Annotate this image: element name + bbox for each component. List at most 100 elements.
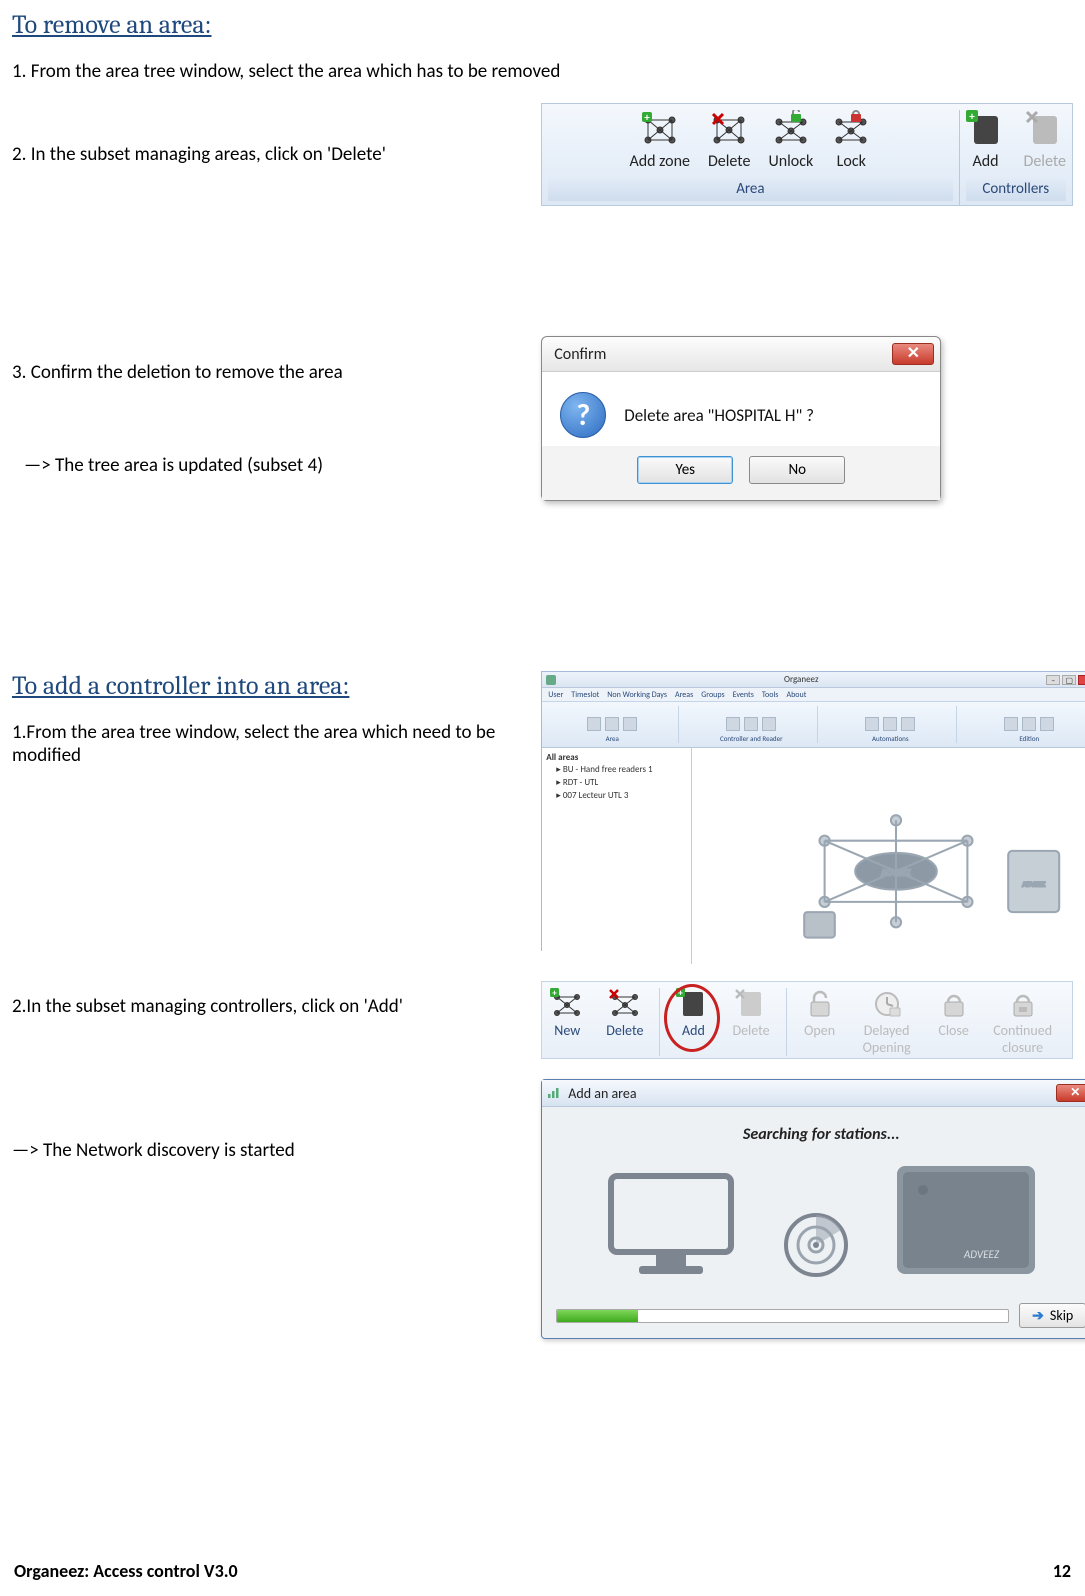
app-window: Organeez – ▢ ✕ User Timeslot Non Working D…: [541, 671, 1085, 951]
confirm-message: Delete area "HOSPITAL H" ?: [624, 405, 814, 426]
delete-controller-label: Delete: [1024, 152, 1067, 171]
yes-button[interactable]: Yes: [637, 456, 733, 484]
monitor-icon: [601, 1170, 741, 1285]
close-app-icon[interactable]: ✕: [1078, 675, 1085, 685]
delete-area-label: Delete: [708, 152, 751, 171]
ribbon-area-controllers: + Add zone Delete: [541, 103, 1073, 206]
delete-controller2-button[interactable]: Delete: [732, 988, 769, 1056]
svg-text:+: +: [553, 988, 558, 999]
close-icon: ✕: [907, 344, 920, 363]
open-label: Open: [804, 1022, 835, 1039]
app-tab[interactable]: Timeslot: [571, 690, 599, 700]
new-label: New: [554, 1022, 580, 1039]
delete2-label: Delete: [606, 1022, 643, 1039]
step-2-add: 2.In the subset managing controllers, cl…: [12, 995, 521, 1018]
radar-icon: [781, 1210, 851, 1285]
min-icon[interactable]: –: [1046, 675, 1060, 685]
close-label: Close: [938, 1022, 969, 1039]
add-area-title: Add an area: [568, 1085, 636, 1102]
app-tab[interactable]: Groups: [701, 690, 724, 700]
close-button[interactable]: ✕: [892, 343, 934, 365]
app-tab[interactable]: Tools: [762, 690, 779, 700]
app-tab[interactable]: Events: [733, 690, 754, 700]
new-area-button[interactable]: + New: [550, 988, 584, 1056]
delete-area2-button[interactable]: Delete: [606, 988, 643, 1056]
ribbon-group-area-label: Area: [548, 177, 952, 201]
continued-lock-icon: [1006, 988, 1040, 1020]
skip-button[interactable]: ➔ Skip: [1019, 1303, 1085, 1328]
app-tab[interactable]: Areas: [675, 690, 693, 700]
progress-fill: [557, 1310, 638, 1322]
lock-label: Lock: [837, 152, 866, 171]
add-controller-button[interactable]: + Add: [966, 110, 1006, 171]
confirm-dialog: Confirm ✕ ? Delete area "HOSPITAL H" ? Y…: [541, 336, 941, 501]
app-tab[interactable]: User: [548, 690, 563, 700]
tree-item[interactable]: ▸ BU - Hand free readers 1: [556, 763, 687, 776]
progress-bar: [556, 1309, 1009, 1323]
heading-add-controller: To add a controller into an area:: [12, 671, 521, 701]
svg-text:+: +: [969, 110, 975, 123]
app-ribbon-group-label: Controller and Reader: [720, 734, 783, 743]
add-zone-icon: +: [640, 110, 680, 148]
searching-label: Searching for stations...: [556, 1125, 1085, 1144]
add-zone-label: Add zone: [629, 152, 689, 171]
continued-closure-button[interactable]: Continued closure: [993, 988, 1053, 1056]
add-controller-icon: +: [966, 110, 1006, 148]
open-button[interactable]: Open: [803, 988, 837, 1056]
max-icon[interactable]: ▢: [1062, 675, 1076, 685]
close-icon: ✕: [1070, 1086, 1080, 1100]
unlock-icon: [771, 110, 811, 148]
toolbar-controllers: + New Delete + Add: [541, 981, 1073, 1059]
app-ribbon-group-label: Edition: [1019, 734, 1039, 743]
heading-remove-area: To remove an area:: [12, 10, 1073, 40]
tree-item[interactable]: ▸ 007 Lecteur UTL 3: [556, 789, 687, 802]
no-button[interactable]: No: [749, 456, 845, 484]
signal-icon: [548, 1085, 562, 1102]
new-area-icon: +: [550, 988, 584, 1020]
step-1-add: 1.From the area tree window, select the …: [12, 721, 521, 767]
canvas: ADVEEZ ADVEEZ: [692, 748, 1085, 964]
clock-lock-icon: [870, 988, 904, 1020]
skip-label: Skip: [1050, 1307, 1073, 1324]
app-title: Organeez: [784, 674, 819, 685]
question-icon: ?: [560, 392, 606, 438]
close-lock-button[interactable]: Close: [937, 988, 971, 1056]
delete-area2-icon: [608, 988, 642, 1020]
result-add: —> The Network discovery is started: [12, 1139, 521, 1162]
add-area-dialog: Add an area ✕ Searching for stations...: [541, 1079, 1085, 1339]
open-lock-icon: [803, 988, 837, 1020]
delete-controller-icon: [1025, 110, 1065, 148]
skip-arrow-icon: ➔: [1032, 1307, 1044, 1324]
app-tab[interactable]: Non Working Days: [607, 690, 667, 700]
delete-controller2-icon: [734, 988, 768, 1020]
unlock-area-button[interactable]: Unlock: [768, 110, 813, 171]
highlight-circle: [664, 984, 720, 1052]
app-ribbon-group-label: Automations: [872, 734, 909, 743]
delayed-opening-button[interactable]: Delayed Opening: [859, 988, 915, 1056]
svg-text:+: +: [644, 111, 650, 124]
delete-area-button[interactable]: Delete: [708, 110, 751, 171]
add-zone-button[interactable]: + Add zone: [629, 110, 689, 171]
app-tab[interactable]: About: [786, 690, 806, 700]
area-tree[interactable]: All areas ▸ BU - Hand free readers 1▸ RD…: [542, 748, 692, 964]
close-add-area-button[interactable]: ✕: [1056, 1084, 1085, 1102]
yes-label: Yes: [675, 461, 695, 479]
footer-left: Organeez: Access control V3.0: [14, 1560, 238, 1582]
step-1-remove: 1. From the area tree window, select the…: [12, 60, 572, 83]
tree-item[interactable]: ▸ RDT - UTL: [556, 776, 687, 789]
delete-ctrl2-label: Delete: [732, 1022, 769, 1039]
ribbon-group-controllers-label: Controllers: [966, 177, 1067, 201]
add-controller-label: Add: [972, 152, 998, 171]
tree-root[interactable]: All areas: [546, 752, 687, 763]
delete-controller-button[interactable]: Delete: [1024, 110, 1067, 171]
lock-area-button[interactable]: Lock: [831, 110, 871, 171]
app-logo-icon: [546, 675, 556, 685]
unlock-label: Unlock: [768, 152, 813, 171]
close-lock-icon: [937, 988, 971, 1020]
add-controller2-button[interactable]: + Add: [676, 988, 710, 1056]
station-device-icon: ADVEEZ: [891, 1160, 1041, 1285]
no-label: No: [788, 461, 806, 479]
confirm-title: Confirm: [554, 345, 606, 364]
svg-text:ADVEEZ: ADVEEZ: [1023, 880, 1046, 889]
step-2-remove: 2. In the subset managing areas, click o…: [12, 143, 521, 166]
